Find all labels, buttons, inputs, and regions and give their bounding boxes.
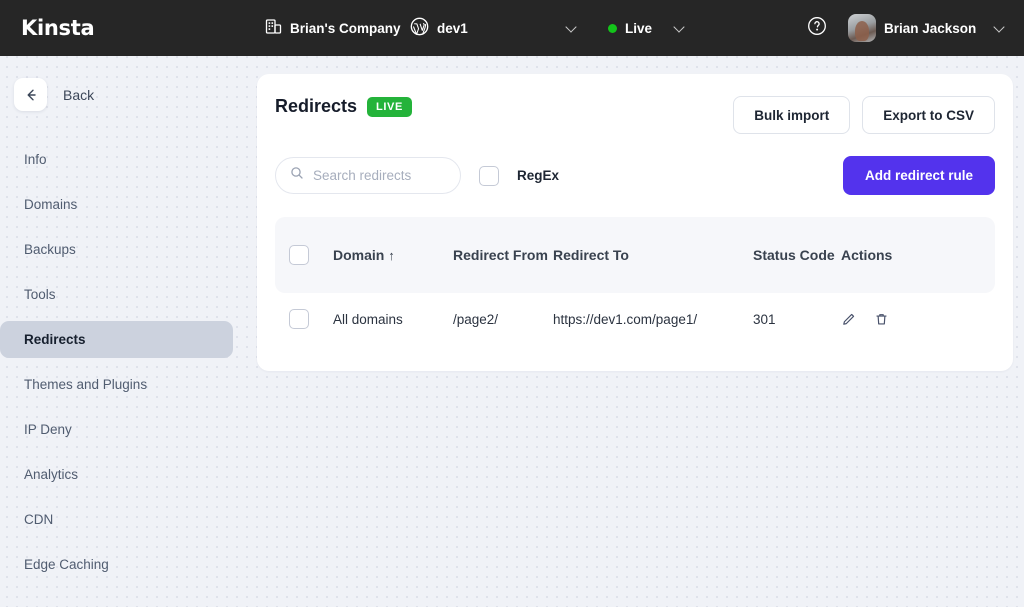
sidebar-item-label: Tools bbox=[24, 287, 56, 302]
cell-redirect-from: /page2/ bbox=[453, 311, 499, 327]
sidebar-item-redirects[interactable]: Redirects bbox=[0, 321, 233, 358]
sidebar-item-label: Domains bbox=[24, 197, 78, 212]
column-header-domain[interactable]: Domain ↑ bbox=[333, 245, 453, 266]
regex-checkbox[interactable] bbox=[479, 165, 499, 186]
site-name: dev1 bbox=[437, 20, 468, 36]
export-to-csv-button[interactable]: Export to CSV bbox=[862, 96, 995, 134]
sidebar-item-label: CDN bbox=[24, 512, 54, 527]
sidebar-item-themes-and-plugins[interactable]: Themes and Plugins bbox=[0, 366, 233, 403]
regex-label: RegEx bbox=[517, 168, 560, 183]
status-badge: LIVE bbox=[367, 96, 412, 117]
environment-chevron-down-icon[interactable] bbox=[674, 22, 686, 34]
wordpress-icon bbox=[410, 17, 429, 39]
sidebar-item-label: Backups bbox=[24, 242, 76, 257]
company-selector[interactable]: Brian's Company bbox=[265, 18, 401, 38]
table-row: All domains /page2/ https://dev1.com/pag… bbox=[275, 293, 995, 345]
help-circle-icon bbox=[808, 16, 826, 35]
user-menu[interactable]: Brian Jackson bbox=[848, 14, 1006, 42]
row-select-cell bbox=[289, 309, 333, 329]
sidebar-item-label: Info bbox=[24, 152, 47, 167]
sidebar-item-label: Analytics bbox=[24, 467, 79, 482]
back-button[interactable]: Back bbox=[14, 78, 245, 111]
back-label: Back bbox=[63, 86, 95, 103]
kinsta-logo[interactable]: Kinsta bbox=[21, 16, 95, 40]
sidebar-item-cdn[interactable]: CDN bbox=[0, 501, 233, 538]
user-name: Brian Jackson bbox=[884, 20, 977, 36]
column-header-status-code[interactable]: Status Code bbox=[753, 245, 841, 265]
pencil-icon[interactable] bbox=[841, 312, 856, 327]
sidebar-item-label: Edge Caching bbox=[24, 557, 109, 572]
sidebar-item-label: IP Deny bbox=[24, 422, 72, 437]
toolbar: RegEx Add redirect rule bbox=[275, 156, 995, 195]
card-header: Redirects LIVE Bulk import Export to CSV bbox=[275, 96, 995, 134]
search-input[interactable] bbox=[313, 168, 443, 183]
redirects-card: Redirects LIVE Bulk import Export to CSV bbox=[257, 74, 1013, 371]
site-selector[interactable]: dev1 bbox=[410, 17, 468, 39]
column-header-domain-label: Domain bbox=[333, 246, 385, 263]
search-box[interactable] bbox=[275, 157, 461, 194]
table-header-row: Domain ↑ Redirect From Redirect To Statu… bbox=[275, 217, 995, 293]
help-button[interactable] bbox=[806, 15, 828, 42]
avatar bbox=[848, 14, 876, 42]
environment-status-dot bbox=[608, 23, 617, 33]
select-all-checkbox[interactable] bbox=[289, 245, 309, 265]
sort-ascending-icon: ↑ bbox=[388, 247, 395, 263]
environment-selector[interactable]: Live bbox=[608, 21, 652, 36]
company-name: Brian's Company bbox=[290, 20, 401, 36]
sidebar-item-tools[interactable]: Tools bbox=[0, 276, 233, 313]
redirects-table: Domain ↑ Redirect From Redirect To Statu… bbox=[275, 217, 995, 345]
bulk-import-button[interactable]: Bulk import bbox=[733, 96, 851, 134]
page-title: Redirects bbox=[275, 96, 358, 116]
cell-domain: All domains bbox=[333, 311, 403, 327]
user-chevron-down-icon[interactable] bbox=[994, 22, 1006, 34]
building-icon bbox=[265, 18, 282, 38]
sidebar-item-edge-caching[interactable]: Edge Caching bbox=[0, 546, 233, 583]
sidebar-item-ip-deny[interactable]: IP Deny bbox=[0, 411, 233, 448]
arrow-left-icon bbox=[14, 78, 47, 111]
column-header-redirect-from[interactable]: Redirect From bbox=[453, 245, 553, 265]
site-chevron-down-icon[interactable] bbox=[566, 22, 578, 34]
title-row: Redirects LIVE bbox=[275, 96, 412, 117]
header-actions: Bulk import Export to CSV bbox=[733, 96, 995, 134]
sidebar-item-info[interactable]: Info bbox=[0, 141, 233, 178]
search-icon bbox=[290, 166, 304, 185]
row-select-checkbox[interactable] bbox=[289, 309, 309, 329]
column-header-actions: Actions bbox=[841, 247, 893, 263]
environment-label: Live bbox=[625, 20, 653, 36]
cell-redirect-to: https://dev1.com/page1/ bbox=[553, 311, 698, 327]
select-all-cell bbox=[289, 245, 333, 265]
add-redirect-rule-button[interactable]: Add redirect rule bbox=[842, 156, 995, 195]
top-navigation-bar: Kinsta Brian's Company dev1 Live Brian J… bbox=[0, 0, 1024, 56]
cell-status-code: 301 bbox=[753, 311, 776, 327]
sidebar-item-backups[interactable]: Backups bbox=[0, 231, 233, 268]
sidebar-item-label: Redirects bbox=[24, 332, 86, 347]
toolbar-left: RegEx bbox=[275, 157, 559, 194]
sidebar-item-label: Themes and Plugins bbox=[24, 377, 148, 392]
sidebar-item-analytics[interactable]: Analytics bbox=[0, 456, 233, 493]
main-content: Redirects LIVE Bulk import Export to CSV bbox=[245, 56, 1024, 607]
column-header-redirect-to[interactable]: Redirect To bbox=[553, 245, 753, 265]
sidebar: Back Info Domains Backups Tools Redirect… bbox=[0, 56, 245, 607]
sidebar-item-domains[interactable]: Domains bbox=[0, 186, 233, 223]
trash-icon[interactable] bbox=[874, 312, 889, 327]
cell-actions bbox=[841, 312, 931, 327]
